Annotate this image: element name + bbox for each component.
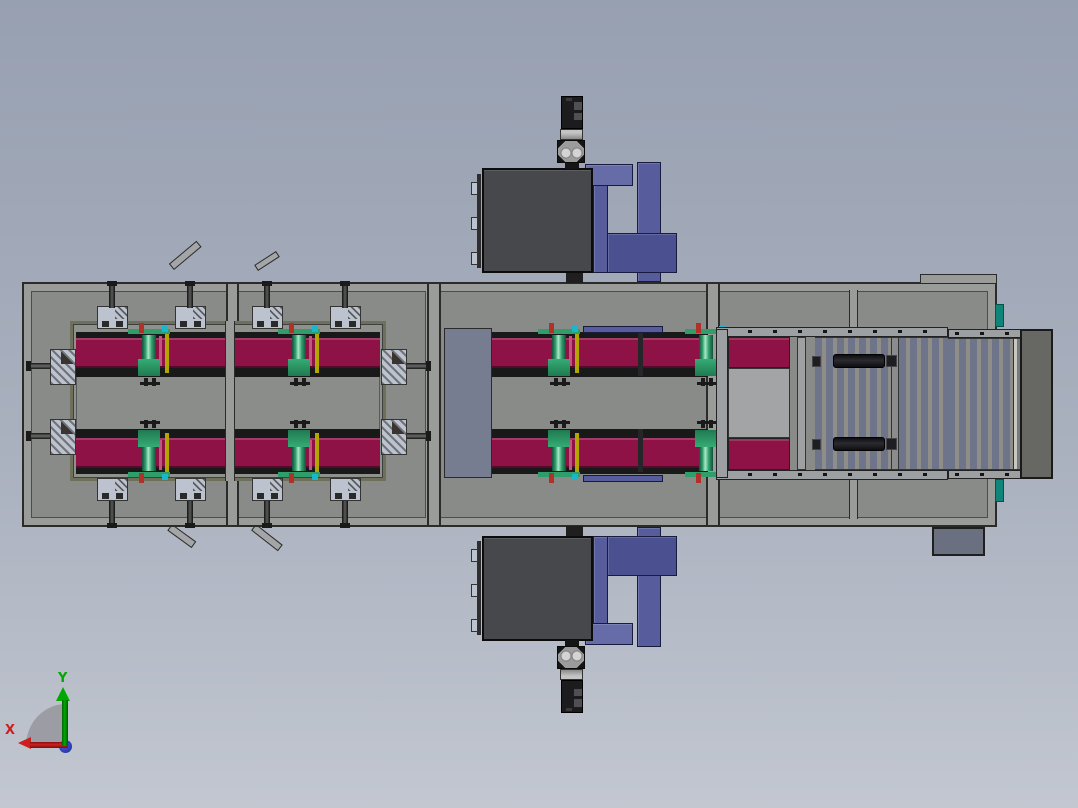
pneumatic-gripper-top[interactable]	[557, 140, 585, 163]
cylinder-mount[interactable]	[812, 439, 821, 450]
cylinder-mount[interactable]	[812, 356, 821, 367]
control-box-bottom[interactable]	[482, 536, 593, 641]
hinge-tab[interactable]	[471, 182, 478, 195]
mount-plate[interactable]	[252, 306, 283, 329]
clamp-unit[interactable]	[277, 323, 321, 386]
belt-joint-top[interactable]	[638, 333, 643, 376]
adjuster-rod[interactable]	[407, 431, 431, 441]
lift-frame-rail-bottom[interactable]	[716, 470, 948, 480]
x-axis-label: X	[5, 723, 16, 738]
screw[interactable]	[340, 501, 350, 528]
hinge-tab[interactable]	[471, 619, 478, 632]
guide-block-top[interactable]	[995, 304, 1004, 327]
screw[interactable]	[262, 281, 272, 308]
pneumatic-cylinder-bottom[interactable]	[833, 437, 885, 451]
side-bracket[interactable]	[50, 419, 76, 455]
junction-box[interactable]	[932, 527, 985, 556]
clamp-unit[interactable]	[537, 420, 581, 483]
stepper-motor-top[interactable]	[561, 96, 583, 129]
screw[interactable]	[262, 501, 272, 528]
lift-frame-rail-top[interactable]	[716, 327, 948, 337]
roller-frame-bar-1[interactable]	[797, 337, 806, 470]
triad-fan	[26, 704, 66, 746]
frame-post-right-bottom[interactable]	[849, 478, 858, 519]
clamp-unit[interactable]	[537, 323, 581, 386]
cylinder-mount[interactable]	[886, 438, 897, 450]
actuator-foot-top[interactable]	[566, 273, 583, 283]
hinge-tab[interactable]	[471, 584, 478, 597]
extension-rail-bottom[interactable]	[948, 470, 1022, 479]
clamp-unit[interactable]	[127, 420, 171, 483]
cad-viewport[interactable]: X Y	[0, 0, 1078, 808]
clamp-unit[interactable]	[277, 420, 321, 483]
cylinder-mount[interactable]	[886, 355, 897, 367]
sensor-bar-top-1[interactable]	[168, 240, 202, 270]
conveyor-end-panel[interactable]	[1020, 329, 1053, 479]
mount-plate[interactable]	[175, 306, 206, 329]
adjuster-rod[interactable]	[26, 431, 50, 441]
frame-top-rail-extension[interactable]	[920, 274, 997, 284]
belt-center-top[interactable]	[492, 332, 708, 377]
adjuster-rod[interactable]	[26, 361, 50, 371]
stepper-motor-bottom[interactable]	[561, 680, 583, 713]
pneumatic-cylinder-top[interactable]	[833, 354, 885, 368]
roller-bed-mid[interactable]	[899, 337, 948, 470]
control-box-top[interactable]	[482, 168, 593, 273]
screw[interactable]	[107, 281, 117, 308]
y-axis-label: Y	[58, 671, 68, 686]
guide-block-bottom[interactable]	[995, 479, 1004, 502]
clamp-unit[interactable]	[127, 323, 171, 386]
hinge-tab[interactable]	[471, 549, 478, 562]
pneumatic-gripper-bottom[interactable]	[557, 646, 585, 669]
side-bracket[interactable]	[50, 349, 76, 385]
mount-plate[interactable]	[252, 478, 283, 501]
mount-plate[interactable]	[97, 306, 128, 329]
lift-frame-rail-left[interactable]	[716, 329, 728, 478]
hinge-tab[interactable]	[471, 252, 478, 265]
motor-coupling-top[interactable]	[560, 129, 583, 140]
gripper-stem-top[interactable]	[565, 163, 579, 169]
screw[interactable]	[185, 281, 195, 308]
belt-right-bottom[interactable]	[728, 438, 790, 470]
mount-plate[interactable]	[330, 478, 361, 501]
gantry-base-strip-top[interactable]	[583, 326, 663, 333]
belt-right-top[interactable]	[728, 337, 790, 368]
hinge-tab[interactable]	[471, 217, 478, 230]
transfer-plate[interactable]	[444, 328, 492, 478]
side-bracket[interactable]	[381, 349, 407, 385]
mount-plate[interactable]	[330, 306, 361, 329]
gantry-slide-block-top[interactable]	[607, 233, 677, 273]
gantry-slide-block-bottom[interactable]	[607, 536, 677, 576]
sensor-bar-top-2[interactable]	[254, 250, 280, 271]
screw[interactable]	[107, 501, 117, 528]
sensor-bar-bottom-2[interactable]	[251, 524, 283, 552]
actuator-foot-bottom[interactable]	[566, 526, 583, 536]
frame-divider-left-center[interactable]	[427, 284, 441, 525]
mount-plate[interactable]	[175, 478, 206, 501]
belt-center-bottom[interactable]	[492, 429, 708, 474]
belt-joint-bottom[interactable]	[638, 429, 643, 472]
extension-rail-top[interactable]	[948, 329, 1022, 338]
adjuster-rod[interactable]	[407, 361, 431, 371]
motor-coupling-bottom[interactable]	[560, 669, 583, 680]
screw[interactable]	[340, 281, 350, 308]
screw[interactable]	[185, 501, 195, 528]
mount-plate[interactable]	[97, 478, 128, 501]
side-bracket[interactable]	[381, 419, 407, 455]
roller-bed-extension[interactable]	[948, 338, 1013, 470]
y-axis-arrow	[62, 700, 68, 746]
pallet-frame-crossbar[interactable]	[225, 321, 235, 481]
frame-post-right-top[interactable]	[849, 290, 858, 330]
y-axis-arrowhead	[56, 687, 70, 701]
gantry-base-strip-bottom[interactable]	[583, 475, 663, 482]
lift-center-plate[interactable]	[728, 368, 790, 438]
